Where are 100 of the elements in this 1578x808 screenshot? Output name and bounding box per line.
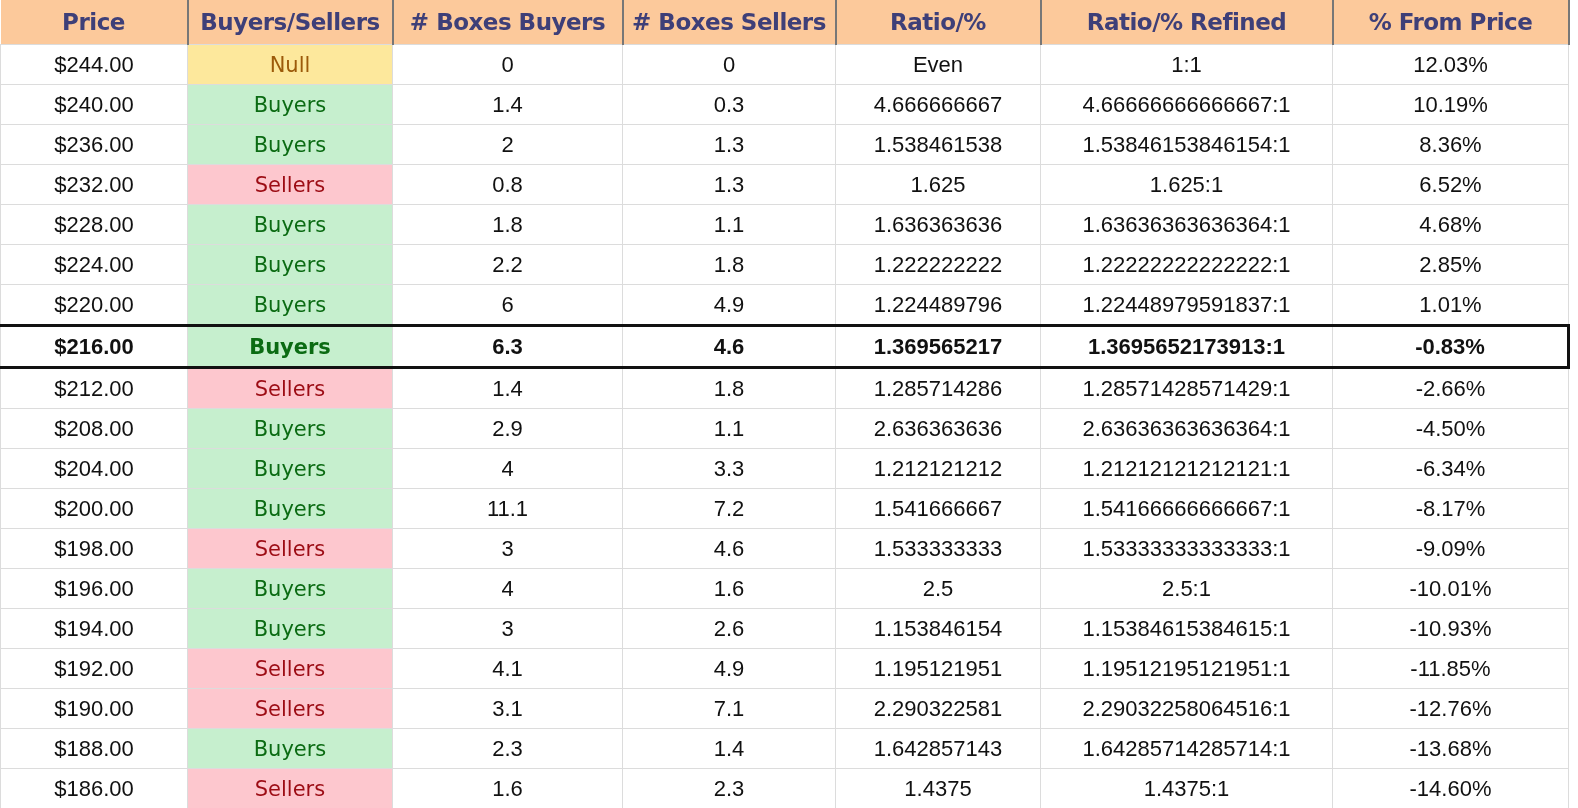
status-cell: Null — [187, 44, 393, 85]
table-cell: -13.68% — [1332, 728, 1569, 769]
table-cell: -2.66% — [1332, 367, 1569, 409]
table-cell: $244.00 — [0, 44, 188, 85]
status-cell: Sellers — [187, 367, 393, 409]
table-cell: 3 — [392, 608, 623, 649]
table-cell: 1.533333333 — [835, 528, 1041, 569]
table-cell: 1.8 — [392, 204, 623, 245]
table-cell: $232.00 — [0, 164, 188, 205]
status-cell: Sellers — [187, 688, 393, 729]
table-cell: 4.1 — [392, 648, 623, 689]
column-header: Ratio/% Refined — [1040, 0, 1333, 45]
table-cell: $192.00 — [0, 648, 188, 689]
table-cell: -10.93% — [1332, 608, 1569, 649]
table-cell: 3.3 — [622, 448, 836, 489]
table-cell: 1.8 — [622, 367, 836, 409]
table-cell: -6.34% — [1332, 448, 1569, 489]
status-cell: Buyers — [187, 124, 393, 165]
column-header: # Boxes Sellers — [622, 0, 836, 45]
table-cell: 1.4 — [622, 728, 836, 769]
table-cell: 2.636363636 — [835, 408, 1041, 449]
table-cell: 4.68% — [1332, 204, 1569, 245]
status-cell: Sellers — [187, 768, 393, 808]
table-cell: 1.21212121212121:1 — [1040, 448, 1333, 489]
status-cell: Buyers — [187, 408, 393, 449]
table-cell: 1.625:1 — [1040, 164, 1333, 205]
table-cell: 2.6 — [622, 608, 836, 649]
table-cell: 2.290322581 — [835, 688, 1041, 729]
table-cell: 1.53333333333333:1 — [1040, 528, 1333, 569]
table-cell: 12.03% — [1332, 44, 1569, 85]
table-cell: 11.1 — [392, 488, 623, 529]
table-cell: 1.195121951 — [835, 648, 1041, 689]
table-cell: 2.5:1 — [1040, 568, 1333, 609]
table-cell: 1.625 — [835, 164, 1041, 205]
table-cell: -9.09% — [1332, 528, 1569, 569]
table-cell: 1.19512195121951:1 — [1040, 648, 1333, 689]
table-cell: 1.4 — [392, 367, 623, 409]
status-cell: Buyers — [187, 204, 393, 245]
table-cell: $186.00 — [0, 768, 188, 808]
table-cell: $198.00 — [0, 528, 188, 569]
table-cell: 2.63636363636364:1 — [1040, 408, 1333, 449]
table-cell: 7.1 — [622, 688, 836, 729]
table-cell: 1.15384615384615:1 — [1040, 608, 1333, 649]
table-cell: -10.01% — [1332, 568, 1569, 609]
table-cell: $240.00 — [0, 84, 188, 125]
table-cell: 0 — [622, 44, 836, 85]
table-cell: $194.00 — [0, 608, 188, 649]
table-cell: $228.00 — [0, 204, 188, 245]
table-cell: $216.00 — [0, 325, 188, 368]
table-cell: 1.538461538 — [835, 124, 1041, 165]
table-cell: 1.63636363636364:1 — [1040, 204, 1333, 245]
status-cell: Buyers — [187, 488, 393, 529]
table-cell: 2.2 — [392, 244, 623, 285]
table-cell: -12.76% — [1332, 688, 1569, 729]
table-cell: 4 — [392, 568, 623, 609]
table-cell: 1.53846153846154:1 — [1040, 124, 1333, 165]
table-cell: 1.8 — [622, 244, 836, 285]
table-cell: 8.36% — [1332, 124, 1569, 165]
table-cell: 0 — [392, 44, 623, 85]
table-cell: 1.6 — [622, 568, 836, 609]
table-cell: 0.3 — [622, 84, 836, 125]
status-cell: Buyers — [187, 448, 393, 489]
table-cell: 4.9 — [622, 648, 836, 689]
table-cell: 1.222222222 — [835, 244, 1041, 285]
table-cell: 1.3695652173913:1 — [1040, 325, 1333, 368]
table-cell: 1.153846154 — [835, 608, 1041, 649]
table-cell: 1.22222222222222:1 — [1040, 244, 1333, 285]
table-cell: 1.3 — [622, 164, 836, 205]
table-cell: 4.6 — [622, 325, 836, 368]
table-cell: -11.85% — [1332, 648, 1569, 689]
table-cell: 1.28571428571429:1 — [1040, 367, 1333, 409]
table-cell: Even — [835, 44, 1041, 85]
table-cell: 1.4 — [392, 84, 623, 125]
table-cell: 4 — [392, 448, 623, 489]
table-cell: $224.00 — [0, 244, 188, 285]
status-cell: Sellers — [187, 648, 393, 689]
column-header: Ratio/% — [835, 0, 1041, 45]
column-header: Buyers/Sellers — [187, 0, 393, 45]
table-cell: $200.00 — [0, 488, 188, 529]
table-cell: 1.642857143 — [835, 728, 1041, 769]
table-cell: -8.17% — [1332, 488, 1569, 529]
table-cell: 2.29032258064516:1 — [1040, 688, 1333, 729]
table-cell: 2.5 — [835, 568, 1041, 609]
table-cell: 1.3 — [622, 124, 836, 165]
table-cell: $236.00 — [0, 124, 188, 165]
table-cell: 7.2 — [622, 488, 836, 529]
status-cell: Sellers — [187, 528, 393, 569]
status-cell: Buyers — [187, 608, 393, 649]
table-cell: $220.00 — [0, 284, 188, 326]
table-cell: 1.1 — [622, 204, 836, 245]
table-cell: 1.285714286 — [835, 367, 1041, 409]
table-cell: 2.9 — [392, 408, 623, 449]
table-cell: 0.8 — [392, 164, 623, 205]
table-cell: 3 — [392, 528, 623, 569]
table-cell: $190.00 — [0, 688, 188, 729]
status-cell: Buyers — [187, 325, 393, 368]
table-cell: 1:1 — [1040, 44, 1333, 85]
table-cell: 4.6 — [622, 528, 836, 569]
table-cell: 2.3 — [392, 728, 623, 769]
table-cell: 2 — [392, 124, 623, 165]
